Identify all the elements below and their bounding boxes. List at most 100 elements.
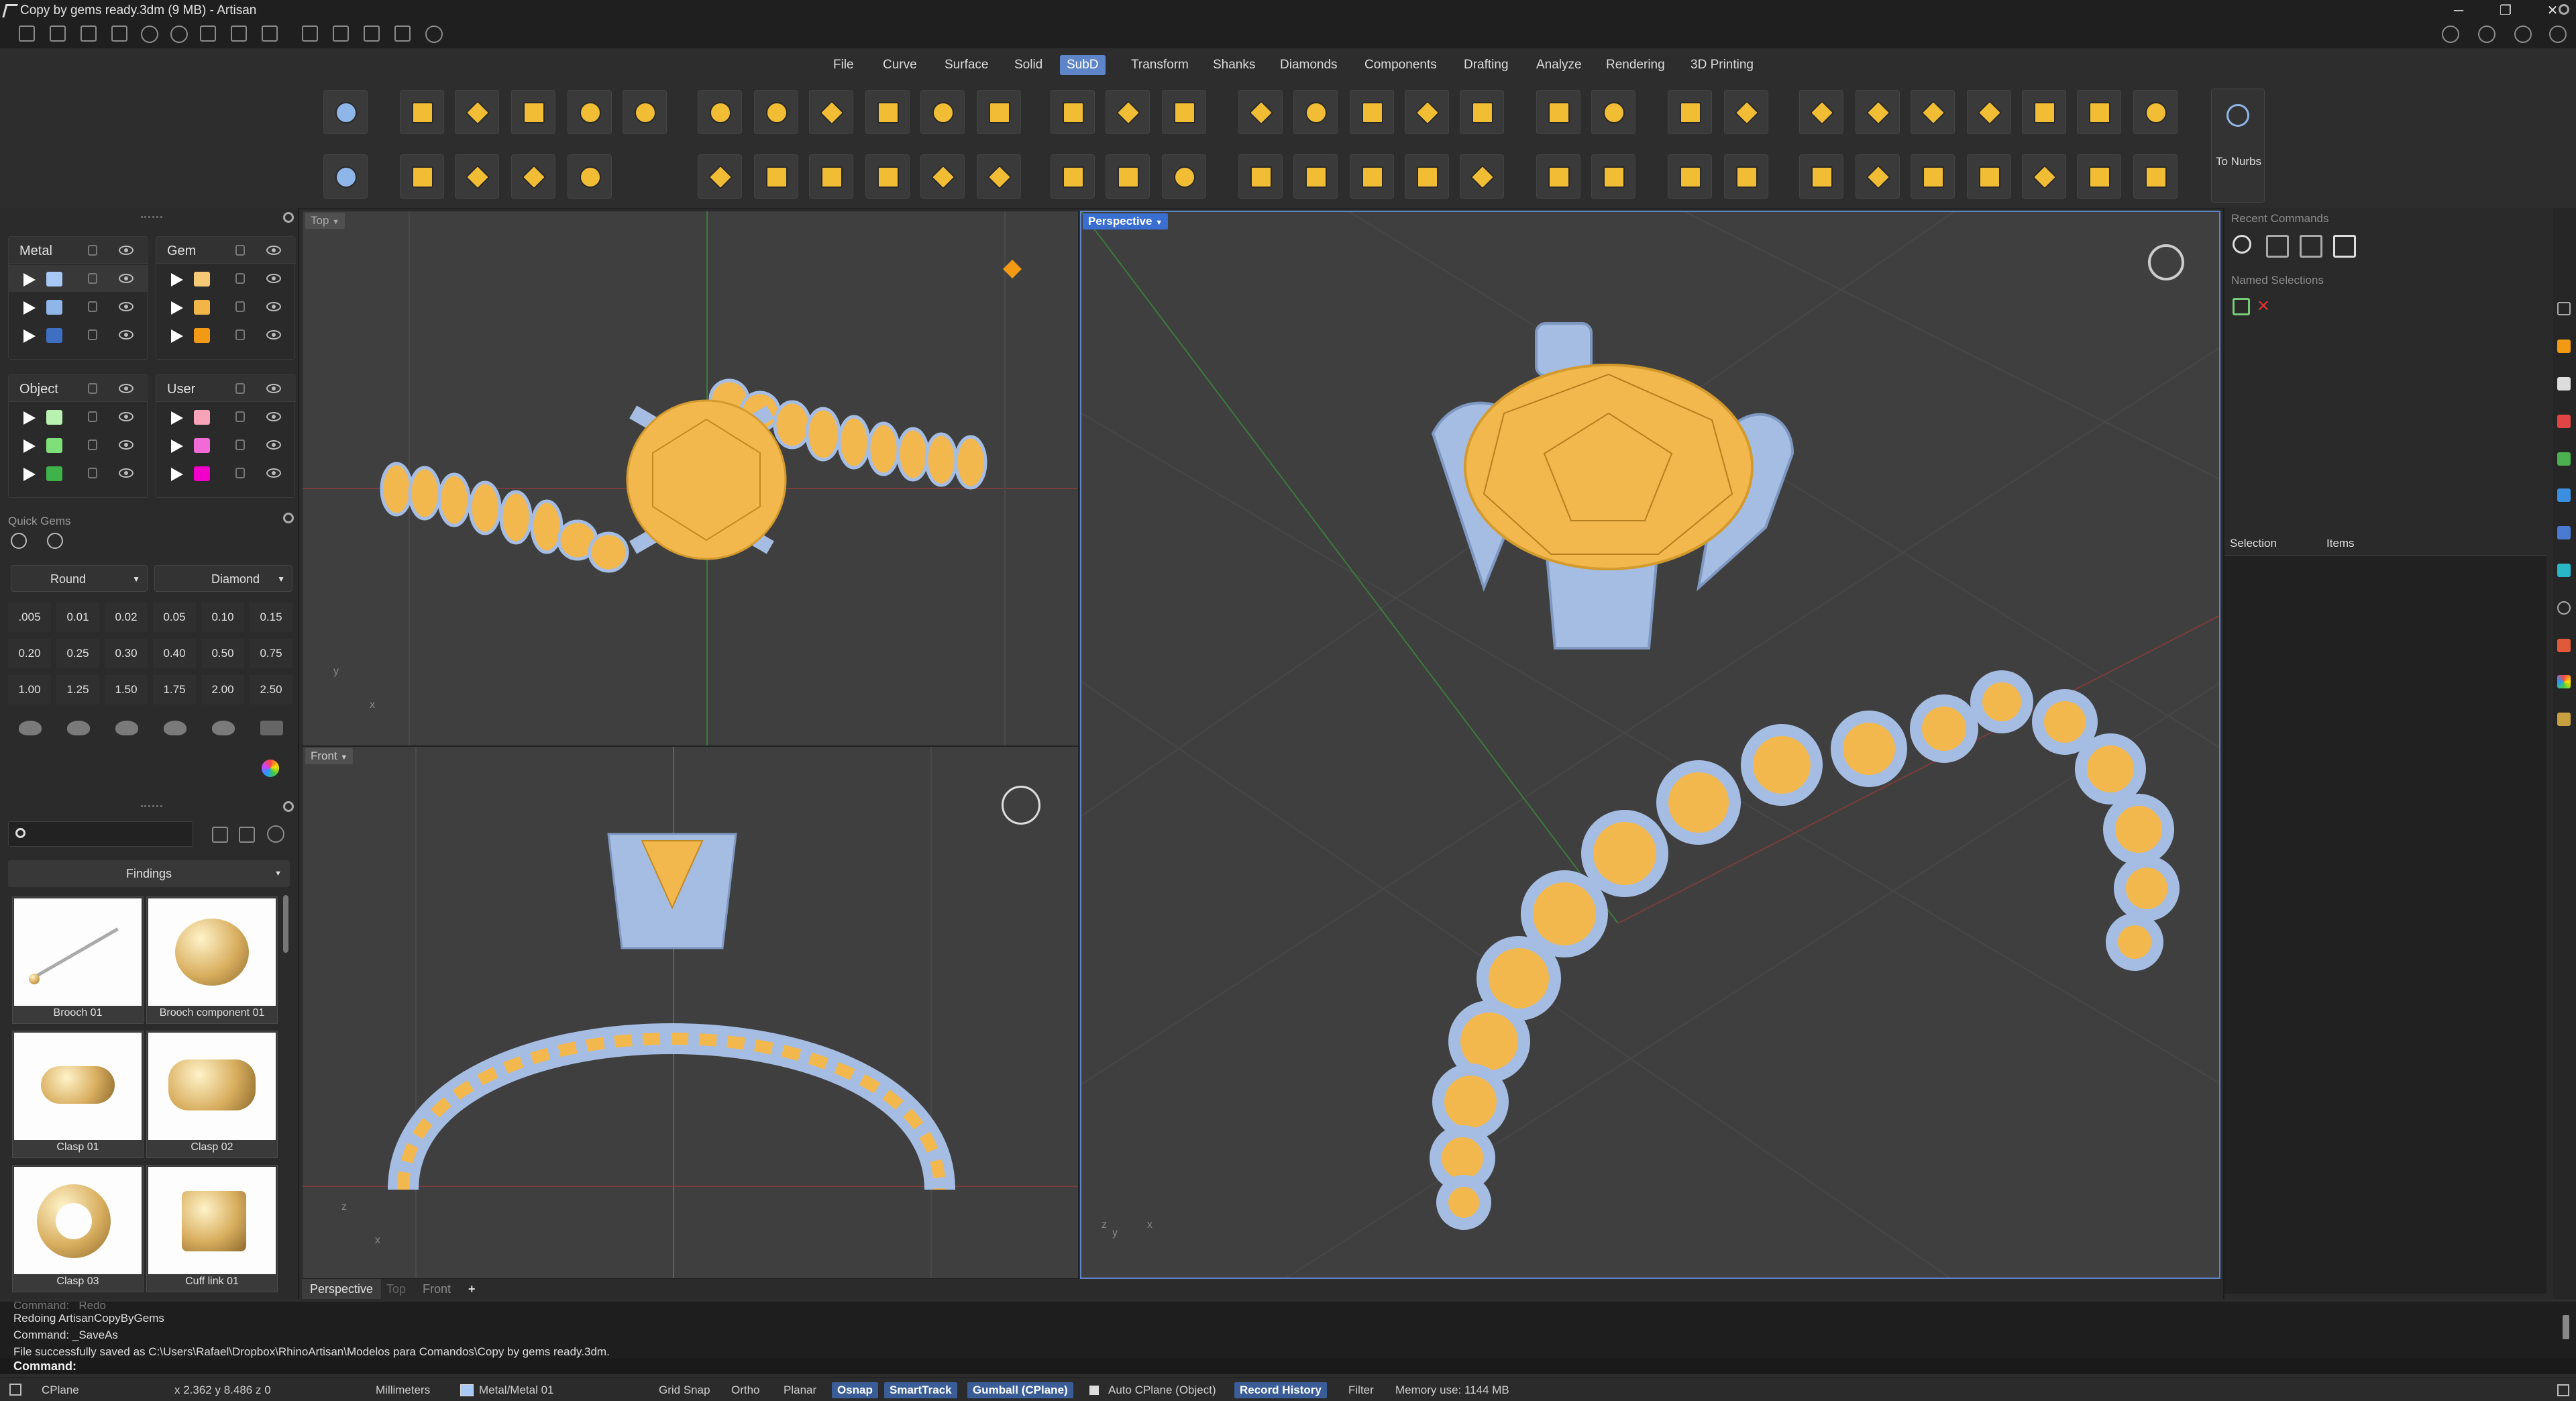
eye-icon[interactable] bbox=[266, 302, 281, 311]
gem-size-button[interactable]: 0.05 bbox=[153, 603, 196, 632]
gem-size-button[interactable]: 2.50 bbox=[250, 675, 292, 705]
subd-tool-7-9[interactable] bbox=[1856, 154, 1900, 199]
eye-icon[interactable] bbox=[119, 330, 133, 340]
play-icon[interactable] bbox=[171, 411, 183, 425]
gem-cut-icon[interactable] bbox=[115, 721, 138, 735]
subd-tool-7-5[interactable] bbox=[2022, 90, 2066, 134]
layer-row[interactable] bbox=[156, 460, 296, 486]
gem-cut-icon[interactable] bbox=[164, 721, 186, 735]
subd-tool-7-6[interactable] bbox=[2077, 90, 2121, 134]
subd-tool-2-6[interactable] bbox=[977, 90, 1021, 134]
lock-icon[interactable] bbox=[88, 411, 97, 422]
refresh-icon[interactable] bbox=[267, 825, 284, 843]
subd-tool-6-4[interactable] bbox=[1724, 154, 1768, 199]
subd-tool-5-4[interactable] bbox=[1591, 154, 1635, 199]
layers-panel-icon[interactable] bbox=[2557, 526, 2571, 539]
subd-tool-blue-1[interactable] bbox=[323, 90, 368, 134]
cplane-toggle-icon[interactable] bbox=[9, 1384, 21, 1396]
layer-row[interactable] bbox=[9, 460, 148, 486]
layer-row[interactable] bbox=[156, 403, 296, 430]
status-filter[interactable]: Filter bbox=[1348, 1382, 1374, 1398]
subd-tool-7-3[interactable] bbox=[1911, 90, 1955, 134]
lock-icon[interactable] bbox=[235, 383, 245, 394]
column-items[interactable]: Items bbox=[2326, 537, 2355, 550]
layers-settings-icon[interactable] bbox=[283, 212, 294, 223]
library-scrollbar[interactable] bbox=[283, 895, 288, 953]
minimize-button[interactable]: ─ bbox=[2435, 0, 2482, 21]
lock-icon[interactable] bbox=[88, 245, 97, 256]
subd-tool-7-11[interactable] bbox=[1967, 154, 2011, 199]
viewport-label-perspective[interactable]: Perspective ▼ bbox=[1083, 213, 1169, 229]
subd-tool-7-13[interactable] bbox=[2077, 154, 2121, 199]
layer-color-swatch[interactable] bbox=[46, 300, 62, 315]
menu-solid[interactable]: Solid bbox=[1008, 55, 1049, 75]
subd-tool-7-12[interactable] bbox=[2022, 154, 2066, 199]
subd-sphere-tool[interactable] bbox=[568, 90, 612, 134]
status-osnap[interactable]: Osnap bbox=[832, 1382, 878, 1398]
subd-tool-5-1[interactable] bbox=[1536, 90, 1580, 134]
gem-size-button[interactable]: 0.30 bbox=[105, 639, 148, 668]
layer-color-swatch[interactable] bbox=[46, 328, 62, 343]
library-item-clasp-02[interactable]: Clasp 02 bbox=[146, 1031, 278, 1158]
attach-icon[interactable] bbox=[364, 25, 380, 42]
add-viewport-tab-button[interactable]: + bbox=[460, 1279, 484, 1299]
eye-icon[interactable] bbox=[266, 412, 281, 421]
subd-tool-2-11[interactable] bbox=[920, 154, 965, 199]
subd-tool-3-3[interactable] bbox=[1162, 90, 1206, 134]
subd-tool-4-4[interactable] bbox=[1405, 90, 1449, 134]
play-icon[interactable] bbox=[23, 439, 36, 453]
menu-transform[interactable]: Transform bbox=[1124, 55, 1195, 75]
menu-3d-printing[interactable]: 3D Printing bbox=[1684, 55, 1760, 75]
gem-cut-icon[interactable] bbox=[19, 721, 42, 735]
save-as-icon[interactable] bbox=[231, 25, 247, 42]
redo-icon[interactable] bbox=[170, 25, 188, 43]
recent-commands-settings-icon[interactable] bbox=[2559, 4, 2569, 15]
gem-size-button[interactable]: .005 bbox=[8, 603, 51, 632]
viewport-label-front[interactable]: Front ▼ bbox=[305, 748, 354, 764]
subd-tool-2-10[interactable] bbox=[865, 154, 910, 199]
gem-size-button[interactable]: 0.10 bbox=[201, 603, 244, 632]
undo-icon[interactable] bbox=[141, 25, 158, 43]
layer-color-swatch[interactable] bbox=[194, 438, 210, 453]
link-icon[interactable] bbox=[394, 25, 411, 42]
library-item-clasp-03[interactable]: Clasp 03 bbox=[12, 1165, 144, 1292]
gem-shape-dropdown[interactable]: Round ▼ bbox=[11, 565, 148, 592]
color-wheel-icon[interactable] bbox=[262, 760, 279, 777]
subd-cone-tool[interactable] bbox=[455, 154, 499, 199]
library-panel-icon[interactable] bbox=[2557, 713, 2571, 726]
help-icon[interactable] bbox=[2514, 25, 2532, 43]
open-file-icon[interactable] bbox=[80, 25, 97, 42]
subd-tool-4-1[interactable] bbox=[1238, 90, 1283, 134]
viewport-perspective[interactable]: z y x Perspective ▼ bbox=[1080, 211, 2220, 1279]
status-record-history[interactable]: Record History bbox=[1234, 1382, 1327, 1398]
lock-icon[interactable] bbox=[88, 439, 97, 450]
save-command-icon[interactable] bbox=[2333, 235, 2356, 258]
render-icon[interactable] bbox=[2557, 415, 2571, 428]
named-selections-list[interactable] bbox=[2224, 556, 2546, 1294]
eye-icon[interactable] bbox=[266, 384, 281, 393]
column-selection[interactable]: Selection bbox=[2230, 537, 2277, 550]
save-icon[interactable] bbox=[200, 25, 216, 42]
eye-icon[interactable] bbox=[119, 468, 133, 478]
lock-icon[interactable] bbox=[88, 383, 97, 394]
import-icon[interactable] bbox=[302, 25, 318, 42]
eye-icon[interactable] bbox=[266, 330, 281, 340]
library-search-input[interactable] bbox=[8, 821, 193, 847]
new-file-icon[interactable] bbox=[19, 25, 35, 42]
menu-file[interactable]: File bbox=[826, 55, 861, 75]
document-icon[interactable] bbox=[2557, 377, 2571, 391]
library-item-cuff-link-01[interactable]: Cuff link 01 bbox=[146, 1165, 278, 1292]
play-icon[interactable] bbox=[23, 273, 36, 287]
subd-tool-2-7[interactable] bbox=[698, 154, 742, 199]
eye-icon[interactable] bbox=[119, 384, 133, 393]
play-icon[interactable] bbox=[171, 468, 183, 481]
gem-size-button[interactable]: 0.75 bbox=[250, 639, 292, 668]
menu-subd[interactable]: SubD bbox=[1060, 55, 1106, 75]
subd-tool-7-7[interactable] bbox=[2133, 90, 2178, 134]
menu-drafting[interactable]: Drafting bbox=[1457, 55, 1515, 75]
subd-tool-7-2[interactable] bbox=[1856, 90, 1900, 134]
status-gumball[interactable]: Gumball (CPlane) bbox=[967, 1382, 1073, 1398]
undo-command-icon[interactable] bbox=[2266, 235, 2289, 258]
subd-torus-tool[interactable] bbox=[568, 154, 612, 199]
subd-cylinder-tool[interactable] bbox=[400, 154, 444, 199]
